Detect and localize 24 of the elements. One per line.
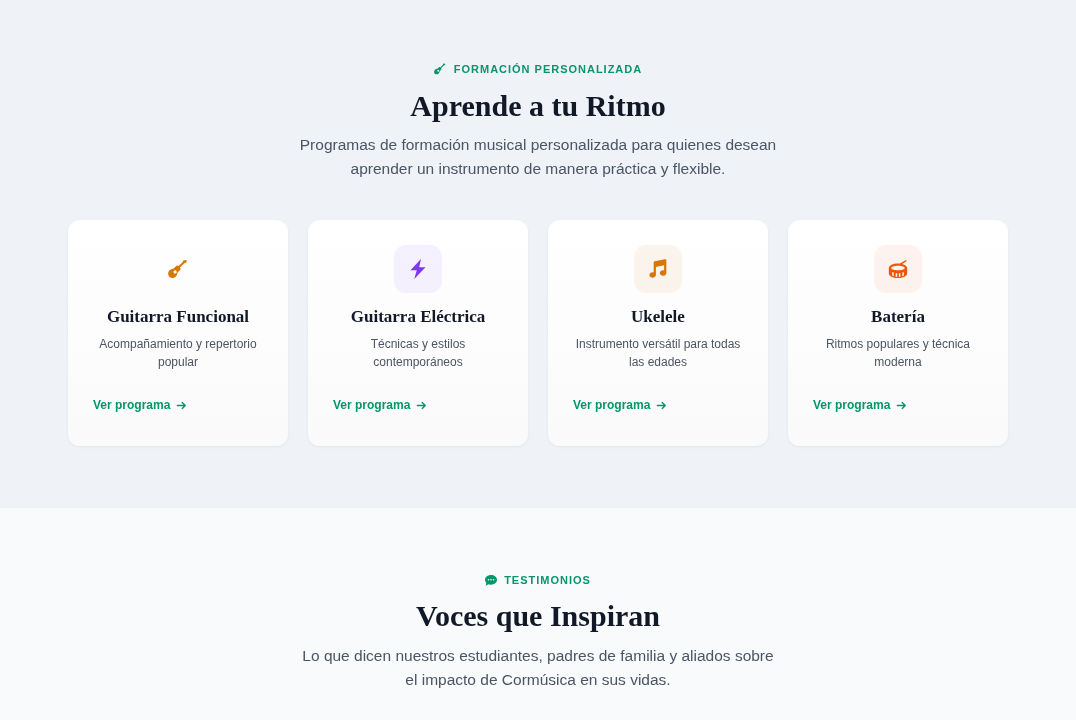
arrow-right-icon: [656, 399, 668, 411]
program-title: Ukelele: [631, 306, 685, 328]
program-title: Guitarra Funcional: [106, 306, 250, 328]
program-title: Batería: [871, 306, 925, 328]
program-description: Ritmos populares y técnica moderna: [824, 336, 972, 371]
program-description: Técnicas y estilos contemporáneos: [369, 336, 467, 371]
section-description: Lo que dicen nuestros estudiantes, padres de familia y aliados sobre el impacto de Cormúsica en sus vidas.: [301, 646, 775, 690]
section-eyebrow: TESTIMONIOS: [504, 573, 591, 588]
arrow-right-icon: [896, 399, 908, 411]
section-heading: Voces que Inspiran: [416, 598, 660, 634]
program-description: Instrumento versátil para todas las edades: [574, 336, 742, 371]
arrow-right-icon: [176, 399, 188, 411]
program-link[interactable]: Ver programa: [93, 397, 188, 413]
program-link[interactable]: Ver programa: [333, 397, 428, 413]
section-eyebrow: FORMACIÓN PERSONALIZADA: [453, 62, 643, 77]
guitar-icon: [433, 63, 446, 75]
program-link[interactable]: Ver programa: [813, 397, 908, 413]
section-heading: Aprende a tu Ritmo: [410, 88, 666, 124]
arrow-right-icon: [416, 399, 428, 411]
section-description: Programas de formación musical personalizada para quienes desean aprender un instrumento de manera práctica y flexible.: [298, 135, 778, 179]
chat-bubble-icon: [485, 574, 498, 586]
program-description: Acompañamiento y repertorio popular: [98, 336, 258, 371]
program-link[interactable]: Ver programa: [573, 397, 668, 413]
program-title: Guitarra Eléctrica: [350, 306, 486, 328]
